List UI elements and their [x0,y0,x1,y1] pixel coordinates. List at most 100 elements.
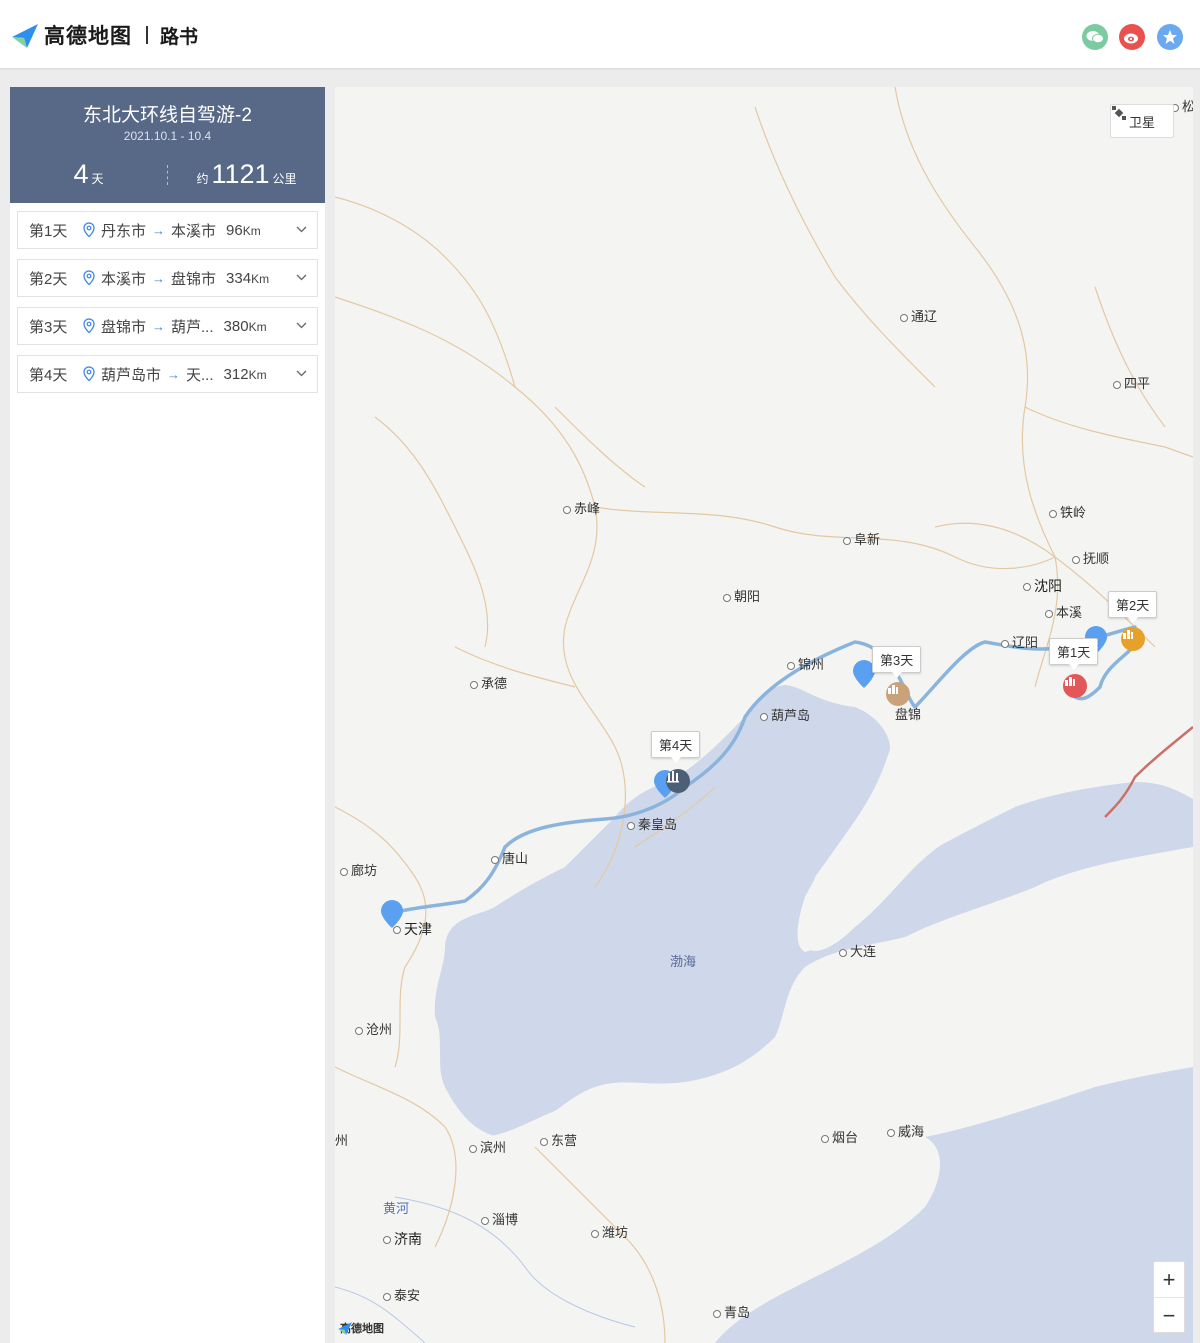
city-label: 滨州 [469,1137,506,1156]
city-label: 沧州 [355,1019,392,1038]
weibo-icon [1124,33,1138,44]
satellite-label: 卫星 [1128,114,1155,130]
top-bar: 高德地图 路书 [0,0,1200,69]
chevron-down-icon[interactable] [296,368,307,379]
header-divider [146,26,148,44]
city-label: 通辽 [900,306,937,325]
city-label: 本溪 [1045,602,1082,621]
city-label: 东营 [540,1130,577,1149]
trip-sidebar: 东北大环线自驾游-2 2021.10.1 - 10.4 4天 约 1121 公里 第… [10,87,325,1343]
day4-callout[interactable]: 第4天 [651,731,701,763]
poi-marker[interactable] [1121,627,1145,651]
logo[interactable]: 高德地图 路书 [10,20,198,50]
day-item-2[interactable]: 第2天 本溪市 → 盘锦市 334Km [17,259,318,297]
day-to: 天... [186,366,214,384]
star-icon [1163,30,1177,44]
day-item-3[interactable]: 第3天 盘锦市 → 葫芦... 380Km [17,307,318,345]
city-label: 盘锦 [895,707,922,722]
city-label: 葫芦岛 [760,705,810,724]
zoom-in-button[interactable]: + [1154,1262,1184,1298]
trip-distance: 约 1121 公里 [168,159,325,190]
day-to: 葫芦... [171,318,214,336]
city-label: 锦州 [787,654,824,673]
day-from: 本溪市 [101,270,147,288]
day-list: 第1天 丹东市 → 本溪市 96Km 第2天 本溪市 → 盘锦市 334Km 第… [10,203,325,393]
day-label: 第3天 [29,318,68,336]
building-icon [888,685,898,694]
city-label: 松原 [1171,96,1193,115]
city-label: 抚顺 [1072,548,1109,567]
landmark-icon [667,771,679,783]
day-from: 丹东市 [101,222,147,240]
trip-days: 4天 [10,159,167,190]
day-label: 第1天 [29,222,68,240]
poi-marker[interactable] [666,769,690,793]
city-label: 州 [335,1133,349,1148]
city-label: 秦皇岛 [627,814,677,833]
favorite-button[interactable] [1157,24,1183,50]
day-from: 盘锦市 [101,318,147,336]
day-distance: 96Km [226,221,261,239]
zoom-control: + − [1153,1261,1185,1333]
location-pin-icon [83,366,95,382]
day-distance: 334Km [226,269,270,287]
module-title: 路书 [160,26,199,48]
day-to: 盘锦市 [171,270,217,288]
city-label: 阜新 [843,529,880,548]
city-label: 唐山 [491,848,528,867]
sea-label: 渤海 [670,954,697,969]
city-label: 承德 [470,673,507,692]
day-to: 本溪市 [171,222,217,240]
amap-logo-icon [338,1322,352,1335]
day-distance: 380Km [223,317,267,335]
distance-value: 1121 [211,159,270,189]
city-label: 朝阳 [723,586,760,605]
chevron-down-icon[interactable] [296,320,307,331]
city-label: 四平 [1113,373,1150,392]
city-label: 大连 [839,941,876,960]
arrow-right-icon: → [152,270,166,286]
city-label: 烟台 [821,1127,858,1146]
satellite-toggle-button[interactable]: 卫星 [1110,104,1174,138]
trip-date: 2021.10.1 - 10.4 [123,129,212,143]
poi-marker[interactable] [1063,674,1087,698]
trip-summary-card: 东北大环线自驾游-2 2021.10.1 - 10.4 4天 约 1121 公里 [10,87,325,203]
city-label: 潍坊 [591,1222,628,1241]
arrow-right-icon: → [152,318,166,334]
day-label: 第2天 [29,270,68,288]
location-pin-icon [83,222,95,238]
city-label: 泰安 [383,1285,420,1304]
day1-callout[interactable]: 第1天 [1049,638,1099,670]
amap-logo-icon [12,24,38,48]
distance-prefix: 约 [196,172,209,186]
chevron-down-icon[interactable] [296,272,307,283]
satellite-icon [1112,106,1126,120]
route-map[interactable]: 松原 通辽 四平 赤峰 阜新 铁岭 抚顺 沈阳 本溪 朝阳 辽阳 锦州 承德 葫… [335,87,1193,1343]
river-label: 黄河 [383,1201,410,1216]
trip-days-unit: 天 [91,172,104,186]
city-label: 辽阳 [1001,632,1038,651]
weibo-share-button[interactable] [1119,24,1145,50]
building-icon [1065,677,1075,686]
arrow-right-icon: → [152,222,166,238]
city-label: 廊坊 [340,860,377,879]
wechat-share-button[interactable] [1082,24,1108,50]
city-label: 淄博 [481,1209,518,1228]
city-label: 威海 [887,1121,924,1140]
route-pin-icon[interactable] [380,899,404,929]
chevron-down-icon[interactable] [296,224,307,235]
day3-callout[interactable]: 第3天 [872,646,922,678]
brand-name: 高德地图 [44,25,132,48]
day-item-4[interactable]: 第4天 葫芦岛市 → 天... 312Km [17,355,318,393]
trip-days-value: 4 [73,159,89,189]
trip-title: 东北大环线自驾游-2 [83,105,252,126]
day-item-1[interactable]: 第1天 丹东市 → 本溪市 96Km [17,211,318,249]
location-pin-icon [83,318,95,334]
poi-marker[interactable] [886,682,910,706]
city-label: 赤峰 [563,498,600,517]
day2-callout[interactable]: 第2天 [1108,591,1158,623]
zoom-out-button[interactable]: − [1154,1298,1184,1333]
day-from: 葫芦岛市 [101,366,162,384]
city-label: 沈阳 [1023,576,1062,596]
map-attribution-logo: 高德地图 [337,1320,384,1336]
